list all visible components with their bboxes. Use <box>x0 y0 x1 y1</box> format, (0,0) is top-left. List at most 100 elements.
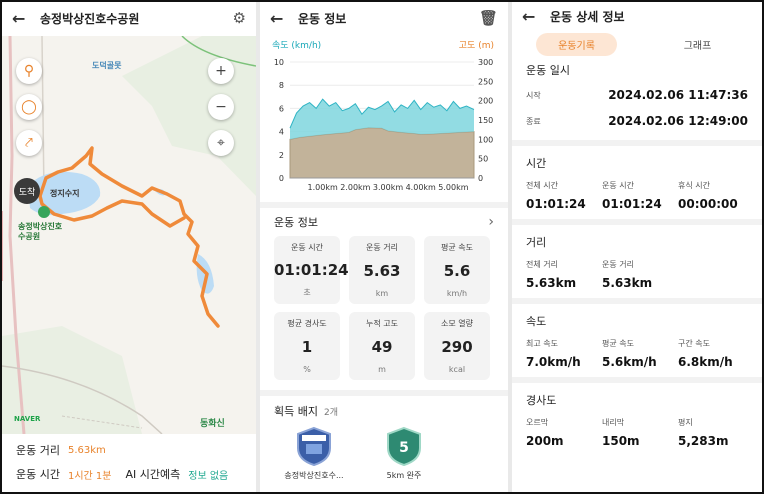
zoom-in-button[interactable]: + <box>208 58 234 84</box>
stat-unit: m <box>378 365 386 374</box>
exercise-info-section[interactable]: 운동 정보 › <box>260 208 508 236</box>
total-time-label: 전체 시간 <box>526 181 558 190</box>
start-value: 2024.02.06 11:47:36 <box>608 88 748 102</box>
exercise-distance-value: 5.63km <box>602 276 653 290</box>
stat-value: 5.63 <box>363 262 401 280</box>
stat-unit: 초 <box>303 288 311 297</box>
tab-record[interactable]: 운동기록 <box>536 32 617 56</box>
page-title: 운동 정보 <box>298 11 347 26</box>
map-lake-label: 정지수지 <box>50 189 80 198</box>
section-title: 속도 <box>526 315 547 328</box>
route-icon[interactable]: ⤤ <box>16 130 42 156</box>
time-label: 운동 시간 <box>16 468 60 481</box>
arrival-marker[interactable]: 도착 <box>14 178 40 204</box>
legend-speed: 속도 (km/h) <box>272 41 322 51</box>
map-panel: ← 송정박상진호수공원 ⚙ ⚲ ◯ ⤤ + − ⌖ 도덕골못 정지수지 송정박상… <box>2 2 256 492</box>
y-right-tick-label: 200 <box>478 97 493 106</box>
rest-time-label: 휴식 시간 <box>678 181 710 190</box>
my-location-icon[interactable]: ⌖ <box>208 130 234 156</box>
stat-label: 평균 속도 <box>441 243 473 252</box>
max-speed-label: 최고 속도 <box>526 339 558 348</box>
distance-value: 5.63km <box>67 444 106 456</box>
gear-icon[interactable]: ⚙ <box>233 9 246 27</box>
avg-speed-value: 5.6km/h <box>602 355 657 369</box>
ai-label: AI 시간예측 <box>125 468 181 481</box>
uphill-value: 200m <box>526 434 564 448</box>
flat-label: 평지 <box>678 418 693 427</box>
chevron-right-icon[interactable]: › <box>488 214 494 230</box>
y-right-tick-label: 0 <box>478 174 483 183</box>
flat-value: 5,283m <box>678 434 729 448</box>
route-map[interactable]: ⚲ ◯ ⤤ + − ⌖ 도덕골못 정지수지 송정박상진호수공원 도착 NAVER… <box>2 36 256 434</box>
stat-card: 누적 고도 49 m <box>349 312 415 380</box>
x-tick-label: 4.00km <box>406 183 436 192</box>
y-right-tick-label: 100 <box>478 135 493 144</box>
x-tick-label: 1.00km <box>308 183 338 192</box>
exercise-time-label: 운동 시간 <box>602 181 634 190</box>
zoom-out-button[interactable]: − <box>208 94 234 120</box>
total-distance-value: 5.63km <box>526 276 577 290</box>
back-arrow-icon[interactable]: ← <box>12 9 30 28</box>
section-title: 운동 정보 <box>274 216 318 229</box>
y-right-tick-label: 300 <box>478 58 493 67</box>
time-section: 시간 전체 시간 01:01:24 운동 시간 01:01:24 휴식 시간 00:0… <box>512 146 762 225</box>
stat-card: 평균 경사도 1% <box>274 312 340 380</box>
naver-logo: NAVER <box>14 415 41 423</box>
badge-item[interactable]: 5 5km 완주 <box>364 426 444 481</box>
stat-card: 소모 열량 290 kcal <box>424 312 490 380</box>
y-left-tick-label: 8 <box>279 81 284 90</box>
exercise-distance-label: 운동 거리 <box>602 260 634 269</box>
map-header: ← 송정박상진호수공원 ⚙ <box>2 2 256 34</box>
stat-label: 누적 고도 <box>366 319 398 328</box>
section-title: 거리 <box>526 236 547 249</box>
stat-label: 운동 거리 <box>366 243 398 252</box>
stat-value: 290 <box>441 338 473 356</box>
stat-unit: km/h <box>446 289 468 298</box>
x-tick-label: 5.00km <box>438 183 468 192</box>
map-provider-label: 동화신 <box>200 419 225 429</box>
badges-list: 송정박상진호수... 5 5km 완주 <box>260 426 508 481</box>
distance-section: 거리 전체 거리 5.63km 운동 거리 5.63km <box>512 225 762 304</box>
max-speed-value: 7.0km/h <box>526 355 581 369</box>
stat-unit: km <box>375 289 389 298</box>
y-left-tick-label: 10 <box>274 58 284 67</box>
stat-value: 49 <box>371 338 393 356</box>
map-stats: 운동 거리 5.63km 운동 시간 1시간 1분 AI 시간예측 정보 없음 <box>2 438 256 486</box>
y-left-tick-label: 4 <box>279 128 284 137</box>
map-park-label: 송정박상진호수공원 <box>18 222 63 241</box>
back-arrow-icon[interactable]: ← <box>522 7 540 26</box>
exercise-time-value: 01:01:24 <box>602 197 662 211</box>
chart-legend: 속도 (km/h) 고도 (m) <box>260 34 508 51</box>
tab-bar: 운동기록 그래프 <box>512 30 762 58</box>
downhill-label: 내리막 <box>602 418 625 427</box>
shield-badge-icon <box>297 426 331 466</box>
badges-title: 획득 배지 <box>274 405 318 418</box>
start-label: 시작 <box>526 90 541 100</box>
speed-values: 최고 속도 7.0km/h 평균 속도 5.6km/h 구간 속도 6.8km/h <box>526 338 748 377</box>
badge-item[interactable]: 송정박상진호수... <box>274 426 354 481</box>
back-arrow-icon[interactable]: ← <box>270 9 288 28</box>
trash-icon[interactable]: 🗑 <box>479 9 498 27</box>
slope-section: 경사도 오르막 200m 내리막 150m 평지 5,283m <box>512 383 762 456</box>
badges-header: 획득 배지 2개 <box>260 396 508 426</box>
badges-count: 2개 <box>323 407 338 418</box>
tab-graph[interactable]: 그래프 <box>657 33 738 56</box>
section-title: 운동 일시 <box>526 64 570 77</box>
slope-values: 오르막 200m 내리막 150m 평지 5,283m <box>526 417 748 456</box>
compass-icon[interactable]: ◯ <box>16 94 42 120</box>
stats-grid: 운동 시간 01:01:24 초 운동 거리 5.63 km 평균 속도 5.6 km/h 평균 … <box>260 236 508 380</box>
stat-label: 평균 경사도 <box>287 319 327 328</box>
rest-time-value: 00:00:00 <box>678 197 738 211</box>
shield-badge-icon: 5 <box>387 426 421 466</box>
y-left-tick-label: 6 <box>279 104 284 113</box>
speed-altitude-chart[interactable]: 02468100501001502002503001.00km 2.00km 3.0… <box>260 52 508 198</box>
page-title: 운동 상세 정보 <box>550 9 625 24</box>
end-row: 종료 2024.02.06 12:49:00 <box>526 108 748 134</box>
location-pin-icon[interactable]: ⚲ <box>16 58 42 84</box>
y-right-tick-label: 50 <box>478 155 488 164</box>
avg-speed-label: 평균 속도 <box>602 339 634 348</box>
section-title: 경사도 <box>526 394 557 407</box>
stat-card: 운동 거리 5.63 km <box>349 236 415 304</box>
x-tick-label: 3.00km <box>373 183 403 192</box>
stat-unit: % <box>303 365 311 374</box>
